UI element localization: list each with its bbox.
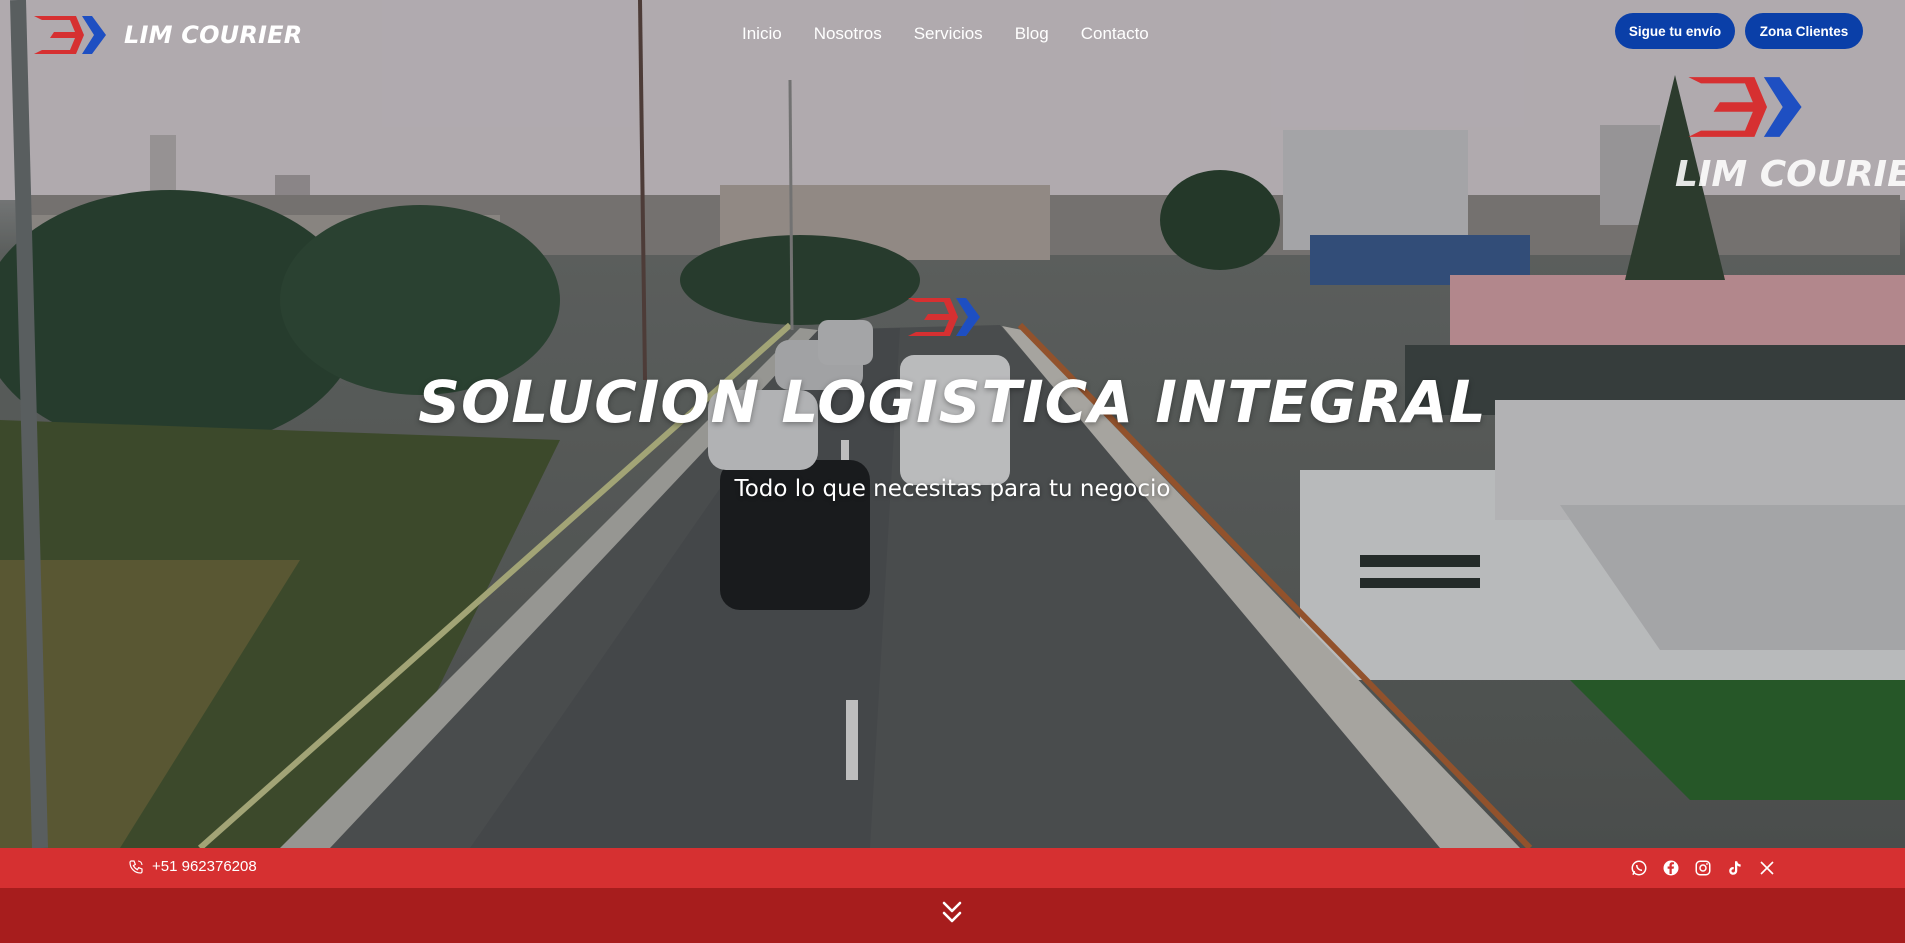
nav-nosotros[interactable]: Nosotros	[814, 24, 882, 44]
lim-courier-logo-icon	[34, 16, 106, 54]
whatsapp-icon[interactable]	[1629, 858, 1649, 878]
header-logo[interactable]: LIM COURIER	[32, 14, 302, 56]
social-links	[1629, 858, 1777, 878]
facebook-icon[interactable]	[1661, 858, 1681, 878]
nav-contacto[interactable]: Contacto	[1081, 24, 1149, 44]
nav-servicios[interactable]: Servicios	[914, 24, 983, 44]
nav-blog[interactable]: Blog	[1015, 24, 1049, 44]
nav-inicio[interactable]: Inicio	[742, 24, 782, 44]
watermark-brand-name: LIM COURIER	[1675, 154, 1905, 195]
hero-logo-icon	[908, 298, 980, 336]
phone-contact[interactable]: +51 962376208	[128, 858, 257, 875]
instagram-icon[interactable]	[1693, 858, 1713, 878]
double-chevron-down-icon[interactable]	[940, 900, 964, 926]
phone-number: +51 962376208	[152, 858, 257, 875]
hero-title: SOLUCION LOGISTICA INTEGRAL	[418, 368, 1487, 436]
brand-name: LIM COURIER	[124, 21, 303, 49]
contact-bar: +51 962376208	[0, 848, 1905, 888]
phone-icon	[129, 859, 143, 874]
client-zone-button[interactable]: Zona Clientes	[1745, 13, 1863, 49]
scroll-bar	[0, 888, 1905, 943]
track-shipment-button[interactable]: Sigue tu envío	[1615, 13, 1735, 49]
tiktok-icon[interactable]	[1725, 858, 1745, 878]
watermark-logo-icon	[1688, 77, 1802, 137]
main-nav: Inicio Nosotros Servicios Blog Contacto	[742, 24, 1149, 44]
x-icon[interactable]	[1757, 858, 1777, 878]
hero-subtitle: Todo lo que necesitas para tu negocio	[734, 476, 1171, 502]
